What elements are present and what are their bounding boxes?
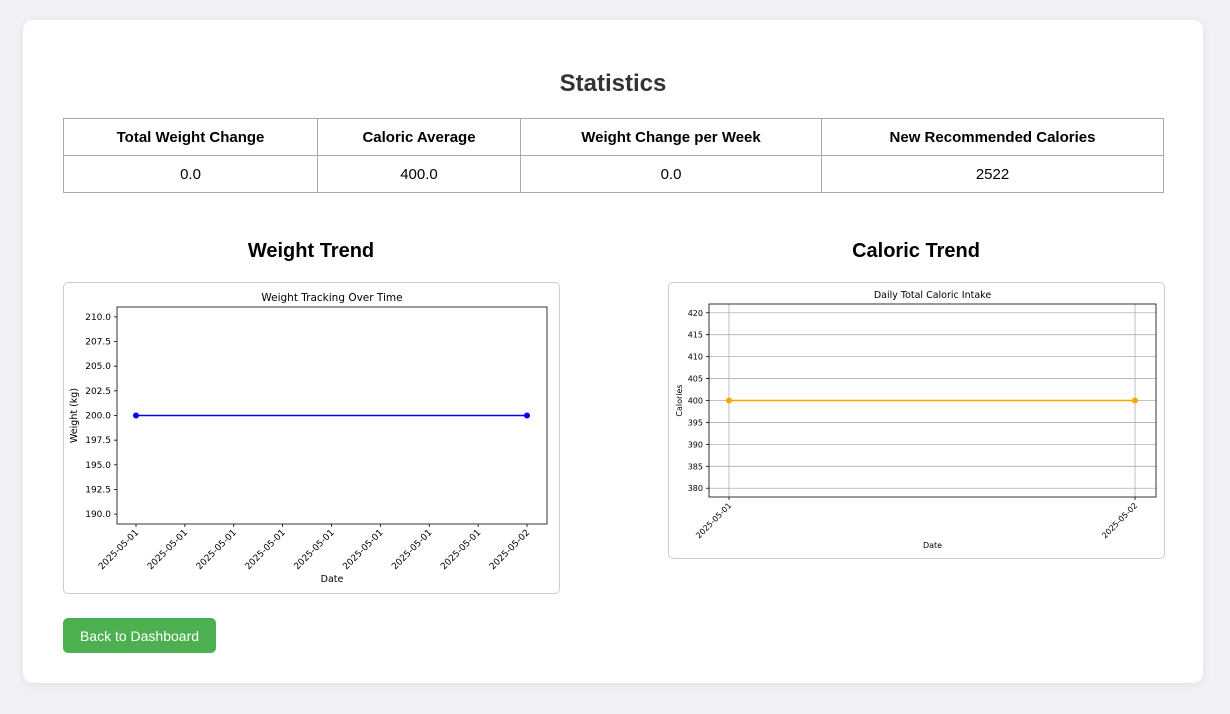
x-tick-label: 2025-05-02 (1100, 501, 1139, 540)
x-tick-label: 2025-05-01 (97, 528, 141, 572)
y-tick-label: 405 (688, 375, 703, 384)
value-total-weight-change: 0.0 (63, 155, 318, 193)
x-tick-label: 2025-05-01 (694, 501, 733, 540)
x-axis-label: Date (923, 541, 942, 550)
weight-trend-title: Weight Trend (247, 240, 375, 262)
caloric-trend-title: Caloric Trend (852, 240, 980, 262)
y-tick-label: 385 (688, 462, 703, 471)
data-point (524, 412, 530, 419)
page-title: Statistics (559, 70, 667, 97)
y-tick-label: 205.0 (85, 362, 111, 372)
value-weight-change-per-week: 0.0 (520, 155, 822, 193)
stats-value-row: 0.0 400.0 0.0 2522 (63, 155, 1164, 193)
data-point (726, 397, 732, 404)
caloric-chart-container: Daily Total Caloric Intake 380 385 390 395 40… (668, 282, 1165, 559)
x-tick-label: 2025-05-01 (146, 528, 190, 572)
y-tick-label: 380 (688, 484, 703, 493)
value-new-recommended-calories: 2522 (821, 155, 1164, 193)
x-tick-label: 2025-05-01 (244, 528, 288, 572)
chart-title: Daily Total Caloric Intake (874, 290, 991, 301)
weight-chart-container: Weight Tracking Over Time 190.0 192.5 195.0… (63, 282, 560, 594)
y-tick-label: 415 (688, 331, 703, 340)
back-to-dashboard-button[interactable]: Back to Dashboard (63, 618, 216, 653)
y-tick-label: 197.5 (85, 436, 111, 446)
x-tick-label: 2025-05-01 (390, 528, 434, 572)
y-tick-label: 420 (688, 309, 703, 318)
value-caloric-average: 400.0 (317, 155, 521, 193)
x-tick-label: 2025-05-01 (341, 528, 385, 572)
y-axis-label: Weight (kg) (69, 388, 80, 443)
x-tick-label: 2025-05-01 (439, 528, 483, 572)
header-weight-change-per-week: Weight Change per Week (520, 118, 822, 156)
y-tick-label: 390 (688, 440, 703, 449)
header-new-recommended-calories: New Recommended Calories (821, 118, 1164, 156)
y-tick-label: 395 (688, 418, 703, 427)
stats-header-row: Total Weight Change Caloric Average Weig… (63, 118, 1164, 156)
data-point (133, 412, 139, 419)
y-tick-label: 207.5 (85, 338, 111, 348)
y-tick-label: 192.5 (85, 485, 111, 495)
x-tick-label: 2025-05-01 (195, 528, 239, 572)
chart-title: Weight Tracking Over Time (261, 292, 402, 304)
y-axis-label: Calories (675, 384, 684, 416)
y-tick-label: 202.5 (85, 387, 111, 397)
stats-table: Total Weight Change Caloric Average Weig… (63, 118, 1164, 193)
header-total-weight-change: Total Weight Change (63, 118, 318, 156)
statistics-card: Statistics Total Weight Change Caloric A… (23, 20, 1203, 683)
caloric-chart: Daily Total Caloric Intake 380 385 390 395 40… (675, 290, 1157, 550)
weight-chart: Weight Tracking Over Time 190.0 192.5 195.0… (69, 292, 548, 585)
x-tick-label: 2025-05-01 (293, 528, 337, 572)
y-tick-label: 210.0 (85, 313, 111, 323)
x-axis-label: Date (321, 574, 344, 585)
y-tick-label: 195.0 (85, 461, 111, 471)
y-tick-label: 410 (688, 353, 703, 362)
y-tick-label: 400 (688, 397, 703, 406)
header-caloric-average: Caloric Average (317, 118, 521, 156)
y-tick-label: 200.0 (85, 412, 111, 422)
data-point (1132, 397, 1138, 404)
y-tick-label: 190.0 (85, 510, 111, 520)
x-tick-label: 2025-05-02 (488, 528, 532, 572)
